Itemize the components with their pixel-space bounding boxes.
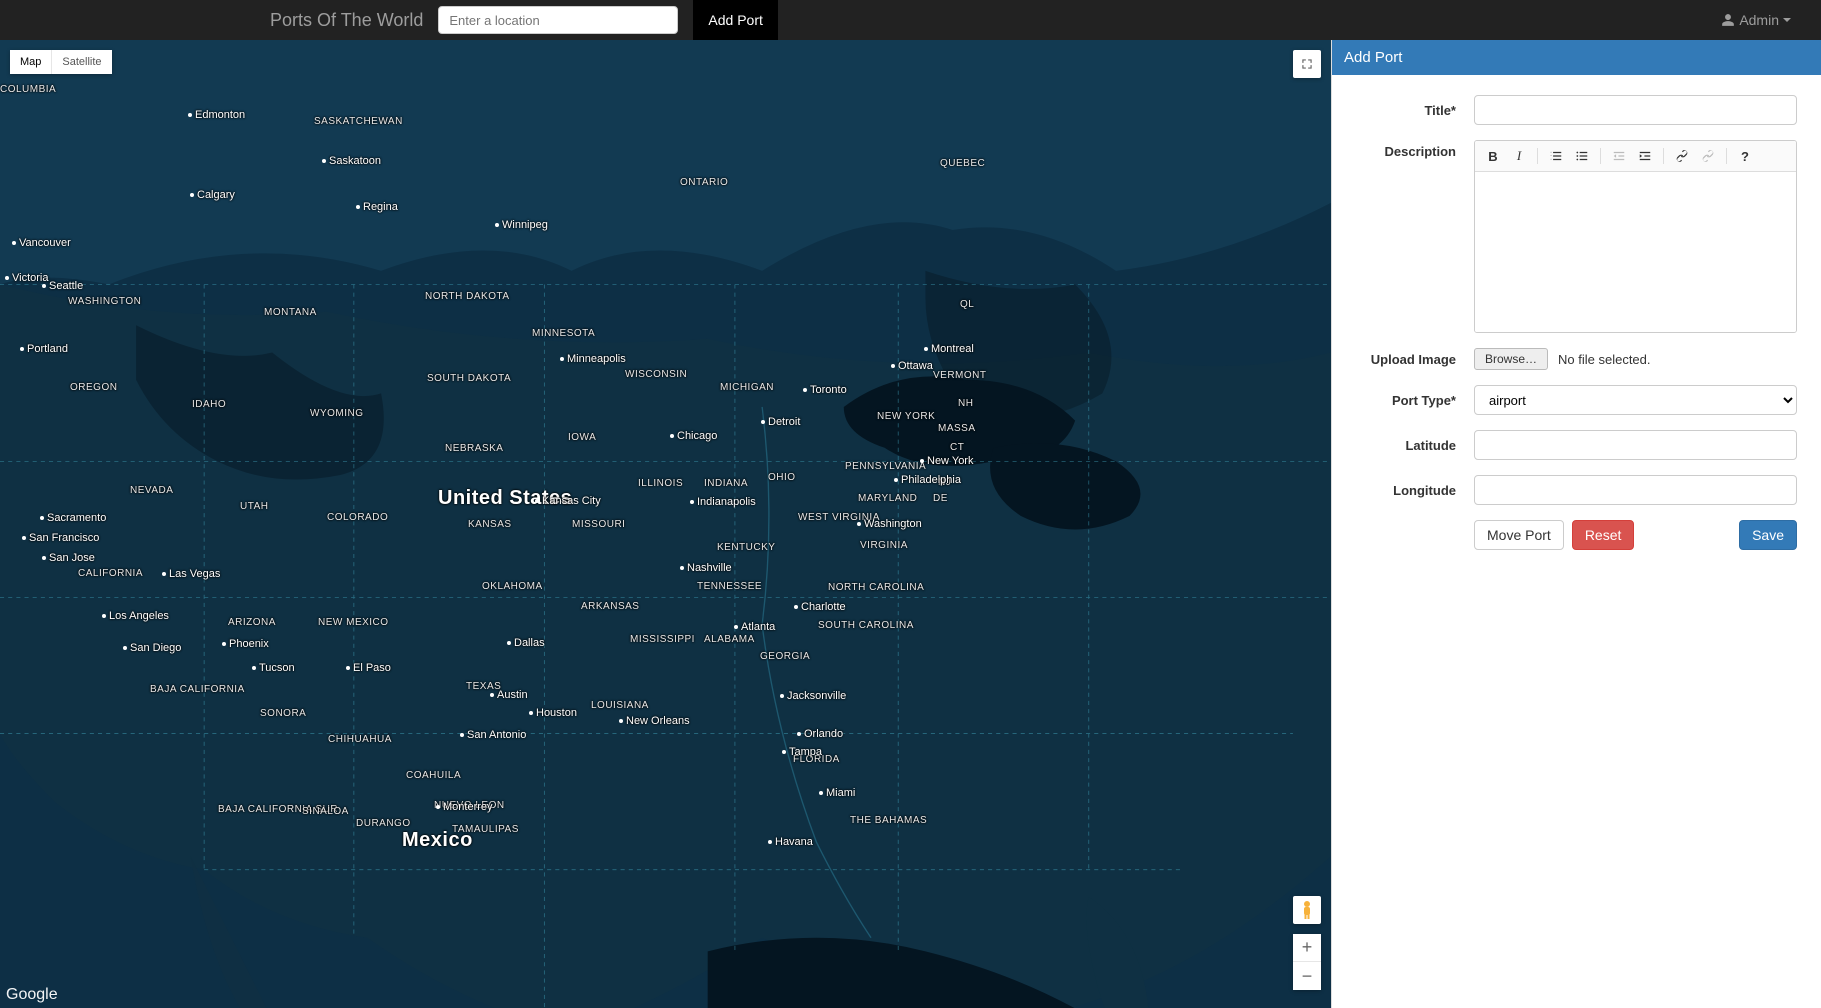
indent-icon — [1638, 149, 1652, 163]
unordered-list-button[interactable] — [1570, 145, 1594, 167]
description-editor: B I ? — [1474, 140, 1797, 333]
user-menu[interactable]: Admin — [1721, 12, 1791, 28]
longitude-input[interactable] — [1474, 475, 1797, 505]
caret-down-icon — [1783, 18, 1791, 22]
user-name: Admin — [1739, 12, 1779, 28]
fullscreen-icon — [1300, 57, 1314, 71]
link-button[interactable] — [1670, 145, 1694, 167]
title-input[interactable] — [1474, 95, 1797, 125]
file-status: No file selected. — [1558, 352, 1651, 367]
unlink-button[interactable] — [1696, 145, 1720, 167]
fullscreen-button[interactable] — [1293, 50, 1321, 78]
editor-toolbar: B I ? — [1475, 141, 1796, 172]
navbar-inner: Ports Of The World Add Port — [270, 0, 778, 40]
map-type-control: Map Satellite — [10, 50, 112, 74]
port-type-select[interactable]: airport — [1474, 385, 1797, 415]
move-port-button[interactable]: Move Port — [1474, 520, 1564, 550]
description-textarea[interactable] — [1475, 172, 1796, 332]
panel-title: Add Port — [1332, 40, 1821, 75]
zoom-control: + − — [1293, 934, 1321, 990]
location-search-input[interactable] — [438, 6, 678, 34]
pegman-icon — [1299, 900, 1315, 920]
toolbar-separator — [1537, 148, 1538, 164]
link-icon — [1675, 149, 1689, 163]
map-type-map-button[interactable]: Map — [10, 50, 52, 74]
unlink-icon — [1701, 149, 1715, 163]
main: Map Satellite + − Google — [0, 40, 1821, 1008]
add-port-nav-link[interactable]: Add Port — [693, 0, 777, 40]
italic-button[interactable]: I — [1507, 145, 1531, 167]
panel-body: Title* Description B I — [1332, 75, 1821, 1008]
map-svg — [0, 40, 1331, 1008]
user-icon — [1721, 13, 1735, 27]
toolbar-separator — [1600, 148, 1601, 164]
toolbar-separator — [1726, 148, 1727, 164]
latitude-input[interactable] — [1474, 430, 1797, 460]
zoom-out-button[interactable]: − — [1293, 962, 1321, 990]
bold-button[interactable]: B — [1481, 145, 1505, 167]
help-button[interactable]: ? — [1733, 145, 1757, 167]
ordered-list-button[interactable] — [1544, 145, 1568, 167]
map-canvas: United StatesMexicoCOLUMBIASASKATCHEWANO… — [0, 40, 1331, 1008]
label-port-type: Port Type* — [1356, 393, 1456, 408]
ordered-list-icon — [1549, 149, 1563, 163]
map-pane[interactable]: Map Satellite + − Google — [0, 40, 1331, 1008]
side-panel: Add Port Title* Description B I — [1331, 40, 1821, 1008]
outdent-icon — [1612, 149, 1626, 163]
brand[interactable]: Ports Of The World — [270, 10, 423, 31]
unordered-list-icon — [1575, 149, 1589, 163]
label-description: Description — [1356, 140, 1456, 159]
label-latitude: Latitude — [1356, 438, 1456, 453]
map-right-controls: + − — [1293, 896, 1321, 990]
label-title: Title* — [1356, 103, 1456, 118]
label-longitude: Longitude — [1356, 483, 1456, 498]
search-wrap — [438, 6, 678, 34]
reset-button[interactable]: Reset — [1572, 520, 1635, 550]
indent-button[interactable] — [1633, 145, 1657, 167]
google-logo: Google — [6, 986, 58, 1004]
save-button[interactable]: Save — [1739, 520, 1797, 550]
navbar: Ports Of The World Add Port Admin — [0, 0, 1821, 40]
toolbar-separator — [1663, 148, 1664, 164]
pegman-control[interactable] — [1293, 896, 1321, 924]
outdent-button[interactable] — [1607, 145, 1631, 167]
label-upload: Upload Image — [1356, 352, 1456, 367]
map-type-satellite-button[interactable]: Satellite — [52, 50, 111, 74]
zoom-in-button[interactable]: + — [1293, 934, 1321, 962]
browse-button[interactable]: Browse… — [1474, 348, 1548, 370]
